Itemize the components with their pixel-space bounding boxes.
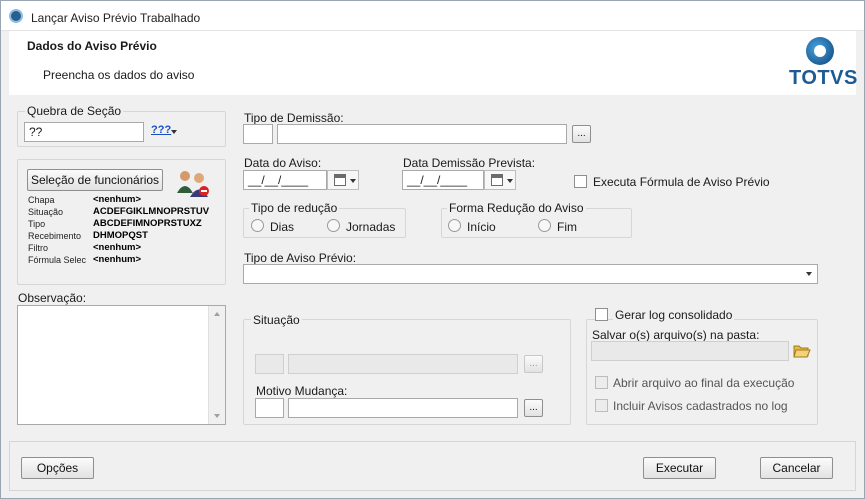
forma-fim-label: Fim <box>557 220 577 234</box>
tipo-demissao-label: Tipo de Demissão: <box>244 111 344 125</box>
forma-inicio-radio[interactable] <box>448 219 461 232</box>
calendar-icon <box>491 174 503 186</box>
executa-formula-label: Executa Fórmula de Aviso Prévio <box>593 175 770 189</box>
data-aviso-input[interactable]: __/__/____ <box>243 170 327 190</box>
tipo-aviso-label: Tipo de Aviso Prévio: <box>244 251 357 265</box>
selecao-funcionarios-button[interactable]: Seleção de funcionários <box>27 169 163 191</box>
salvar-pasta-input[interactable] <box>591 341 789 361</box>
observacao-textarea[interactable] <box>17 305 226 425</box>
info-key: Tipo <box>28 219 46 229</box>
gerar-log-label: Gerar log consolidado <box>613 308 735 322</box>
tipo-demissao-desc-input[interactable] <box>277 124 567 144</box>
chevron-down-icon <box>507 179 513 183</box>
totvs-app-icon <box>9 9 23 23</box>
situacao-lookup-button[interactable]: ... <box>524 355 543 373</box>
page-title: Dados do Aviso Prévio <box>27 39 157 53</box>
tipo-demissao-code-input[interactable] <box>243 124 273 144</box>
reducao-dias-label: Dias <box>270 220 295 234</box>
forma-reducao-label: Forma Redução do Aviso <box>447 201 586 215</box>
info-key: Fórmula Selec <box>28 255 87 265</box>
reducao-dias-radio[interactable] <box>251 219 264 232</box>
tipo-aviso-select[interactable] <box>243 264 818 284</box>
opcoes-button[interactable]: Opções <box>21 457 94 479</box>
info-value: ACDEFGIKLMNOPRSTUV <box>93 206 210 217</box>
info-key: Chapa <box>28 195 55 205</box>
info-key: Situação <box>28 207 64 217</box>
situacao-code-input[interactable] <box>255 354 284 374</box>
info-value: ABCDEFIMNOPRSTUXZ <box>93 218 202 229</box>
quebra-lookup-label: ??? <box>151 124 172 136</box>
info-key: Recebimento <box>28 231 82 241</box>
info-value: <nenhum> <box>93 194 142 205</box>
motivo-mudanca-label: Motivo Mudança: <box>256 384 348 398</box>
tipo-reducao-label: Tipo de redução <box>249 201 340 215</box>
totvs-logo-icon <box>806 37 834 65</box>
forma-fim-radio[interactable] <box>538 219 551 232</box>
incluir-avisos-checkbox[interactable] <box>595 399 608 412</box>
salvar-pasta-label: Salvar o(s) arquivo(s) na pasta: <box>592 328 760 342</box>
quebra-secao-input[interactable]: ?? <box>24 122 144 142</box>
dialog-footer <box>9 441 856 491</box>
reducao-jornadas-radio[interactable] <box>327 219 340 232</box>
abrir-arquivo-checkbox[interactable] <box>595 376 608 389</box>
situacao-desc-input[interactable] <box>288 354 518 374</box>
chevron-down-icon <box>806 272 812 276</box>
motivo-desc-input[interactable] <box>288 398 518 418</box>
info-value: DHMOPQST <box>93 230 148 241</box>
totvs-logo-text: TOTVS <box>789 67 858 89</box>
scroll-down-icon <box>214 414 220 418</box>
abrir-arquivo-label: Abrir arquivo ao final da execução <box>613 376 795 390</box>
data-aviso-calendar-button[interactable] <box>327 170 359 190</box>
title-bar: Lançar Aviso Prévio Trabalhado <box>1 1 864 31</box>
cancelar-button[interactable]: Cancelar <box>760 457 833 479</box>
info-value: <nenhum> <box>93 254 142 265</box>
executar-button[interactable]: Executar <box>643 457 716 479</box>
data-aviso-label: Data do Aviso: <box>244 156 322 170</box>
folder-open-icon[interactable] <box>793 343 811 359</box>
incluir-avisos-label: Incluir Avisos cadastrados no log <box>613 399 788 413</box>
situacao-label: Situação <box>251 313 302 327</box>
quebra-secao-label: Quebra de Seção <box>25 104 124 118</box>
data-demissao-input[interactable]: __/__/____ <box>402 170 484 190</box>
window-title: Lançar Aviso Prévio Trabalhado <box>31 11 201 25</box>
data-demissao-calendar-button[interactable] <box>484 170 516 190</box>
gerar-log-checkbox[interactable] <box>595 308 608 321</box>
tipo-demissao-lookup-button[interactable]: ... <box>572 125 591 143</box>
info-key: Filtro <box>28 243 48 253</box>
wizard-header: Dados do Aviso Prévio Preencha os dados … <box>9 31 858 95</box>
dialog-window: Lançar Aviso Prévio Trabalhado Dados do … <box>0 0 865 499</box>
chevron-down-icon <box>350 179 356 183</box>
executa-formula-checkbox[interactable] <box>574 175 587 188</box>
info-value: <nenhum> <box>93 242 142 253</box>
page-subtitle: Preencha os dados do aviso <box>43 68 195 82</box>
calendar-icon <box>334 174 346 186</box>
reducao-jornadas-label: Jornadas <box>346 220 396 234</box>
motivo-lookup-button[interactable]: ... <box>524 399 543 417</box>
observacao-label: Observação: <box>18 291 87 305</box>
selecao-info: Chapa <nenhum> Situação ACDEFGIKLMNOPRST… <box>18 193 225 273</box>
motivo-code-input[interactable] <box>255 398 284 418</box>
quebra-lookup-button[interactable]: ??? <box>151 124 177 140</box>
observacao-scrollbar[interactable] <box>208 306 225 424</box>
scroll-up-icon <box>214 312 220 316</box>
data-demissao-label: Data Demissão Prevista: <box>403 156 536 170</box>
chevron-down-icon <box>171 130 177 134</box>
forma-inicio-label: Início <box>467 220 496 234</box>
